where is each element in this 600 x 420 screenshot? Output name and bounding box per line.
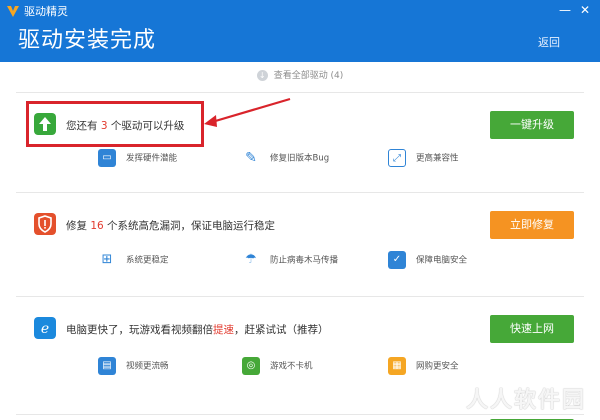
- minimize-button[interactable]: —: [556, 2, 574, 18]
- feature-item: ✎ 修复旧版本Bug: [242, 149, 329, 167]
- app-logo-icon: [7, 6, 19, 17]
- video-icon: ▤: [98, 357, 116, 375]
- monitor-icon: ▭: [98, 149, 116, 167]
- feature-item: ▦ 网购更安全: [388, 357, 459, 375]
- gamepad-icon: ◎: [242, 357, 260, 375]
- shield-check-icon: ✓: [388, 251, 406, 269]
- card-headline: 电脑更快了，玩游戏看视频翻倍提速，赶紧试试（推荐）: [66, 324, 329, 336]
- shield-icon: [34, 213, 56, 235]
- expand-icon: ⤢: [388, 149, 406, 167]
- back-link[interactable]: 返回: [538, 34, 560, 50]
- view-all-label: 查看全部驱动 (4): [273, 71, 344, 81]
- wrench-icon: ✎: [242, 149, 260, 167]
- feature-item: ⊞ 系统更稳定: [98, 251, 169, 269]
- vulnerability-card: 修复 16 个系统高危漏洞，保证电脑运行稳定 立即修复 ⊞ 系统更稳定 ☂ 防止病毒…: [16, 192, 584, 296]
- feature-item: ⤢ 更高兼容性: [388, 149, 459, 167]
- annotation-arrow-icon: [204, 97, 291, 127]
- card-headline: 修复 16 个系统高危漏洞，保证电脑运行稳定: [66, 220, 276, 232]
- umbrella-icon: ☂: [242, 251, 260, 269]
- fast-internet-button[interactable]: 快速上网: [490, 315, 574, 343]
- title-bar: 驱动精灵 — ✕ 驱动安装完成 返回: [0, 0, 600, 62]
- view-all-drivers-link[interactable]: ↓ 查看全部驱动 (4): [0, 68, 600, 81]
- app-name: 驱动精灵: [24, 5, 68, 18]
- close-button[interactable]: ✕: [576, 2, 594, 18]
- feature-item: ✓ 保障电脑安全: [388, 251, 467, 269]
- browser-icon: e: [34, 317, 56, 339]
- one-click-upgrade-button[interactable]: 一键升级: [490, 111, 574, 139]
- feature-item: ▭ 发挥硬件潜能: [98, 149, 177, 167]
- expand-icon: ↓: [256, 70, 268, 81]
- windows-icon: ⊞: [98, 251, 116, 269]
- feature-item: ◎ 游戏不卡机: [242, 357, 313, 375]
- page-title: 驱动安装完成: [18, 28, 157, 53]
- fix-now-button[interactable]: 立即修复: [490, 211, 574, 239]
- next-card-partial: [16, 414, 584, 420]
- feature-item: ▤ 视频更流畅: [98, 357, 169, 375]
- highlight-annotation: [26, 101, 204, 147]
- feature-item: ☂ 防止病毒木马传播: [242, 251, 338, 269]
- shopping-basket-icon: ▦: [388, 357, 406, 375]
- svg-text:e: e: [41, 321, 49, 337]
- watermark: 人人软件园: [465, 388, 586, 413]
